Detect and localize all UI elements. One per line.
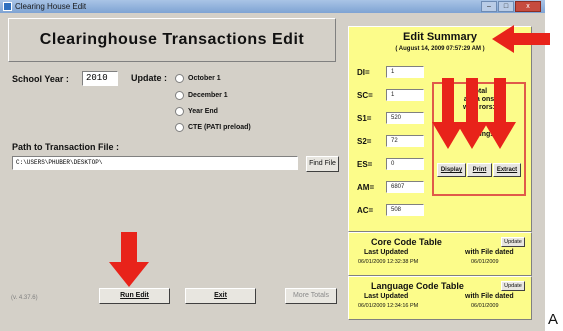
exit-button[interactable]: Exit [185, 288, 256, 304]
main-client-area: Clearinghouse Transactions Edit School Y… [3, 14, 542, 328]
extract-button[interactable]: Extract [493, 163, 521, 177]
radio-year-end[interactable]: Year End [175, 107, 218, 116]
school-year-input[interactable]: 2010 [82, 71, 118, 86]
red-arrow-down-icon [109, 232, 149, 287]
stat-value-s2: 72 [386, 135, 424, 147]
window-controls: – □ x [480, 1, 541, 12]
stat-label-di: DI= [357, 68, 370, 77]
stat-value-am: 6807 [386, 181, 424, 193]
core-update-button[interactable]: Update [501, 237, 525, 247]
radio-button-icon [175, 107, 184, 116]
radio-december-1[interactable]: December 1 [175, 91, 228, 100]
language-file-dated-header: with File dated [465, 293, 514, 300]
language-last-updated-header: Last Updated [364, 293, 409, 300]
radio-button-icon [175, 91, 184, 100]
stat-value-es: 0 [386, 158, 424, 170]
core-last-updated-header: Last Updated [364, 249, 409, 256]
radio-button-icon [175, 74, 184, 83]
page-title: Clearinghouse Transactions Edit [39, 31, 305, 48]
app-icon [3, 2, 12, 11]
radio-button-icon [175, 123, 184, 132]
more-totals-button: More Totals [285, 288, 337, 304]
radio-cte-pati-preload[interactable]: CTE (PATI preload) [175, 123, 251, 132]
stat-label-ac: AC= [357, 206, 374, 215]
version-label: (v. 4.37.6) [11, 295, 38, 301]
application-window: Clearing House Edit – □ x Clearinghouse … [0, 0, 545, 331]
radio-label: December 1 [188, 92, 228, 99]
radio-october-1[interactable]: October 1 [175, 74, 221, 83]
run-edit-button[interactable]: Run Edit [99, 288, 170, 304]
stat-label-s2: S2= [357, 137, 372, 146]
language-last-updated-value: 06/01/2009 12:34:16 PM [358, 303, 419, 309]
language-file-dated-value: 06/01/2009 [471, 303, 499, 309]
stat-value-s1: 520 [386, 112, 424, 124]
transaction-file-path-input[interactable]: C:\USERS\PHUBER\DESKTOP\ [12, 156, 298, 170]
find-file-button[interactable]: Find File [306, 156, 339, 172]
core-file-dated-value: 06/01/2009 [471, 259, 499, 265]
stat-label-es: ES= [357, 160, 373, 169]
maximize-button[interactable]: □ [498, 1, 514, 12]
stat-value-ac: 508 [386, 204, 424, 216]
language-update-button[interactable]: Update [501, 281, 525, 291]
school-year-label: School Year : [12, 74, 69, 84]
minimize-button[interactable]: – [481, 1, 497, 12]
core-code-table-title: Core Code Table [371, 237, 442, 247]
title-bar[interactable]: Clearing House Edit – □ x [0, 0, 545, 13]
red-arrow-down-icon [484, 78, 516, 149]
print-button[interactable]: Print [467, 163, 492, 177]
radio-label: CTE (PATI preload) [188, 124, 251, 131]
display-button[interactable]: Display [437, 163, 466, 177]
close-button[interactable]: x [515, 1, 541, 12]
header-panel: Clearinghouse Transactions Edit [8, 18, 336, 62]
radio-label: October 1 [188, 75, 221, 82]
radio-label: Year End [188, 108, 218, 115]
stat-label-s1: S1= [357, 114, 372, 123]
language-code-table-title: Language Code Table [371, 281, 464, 291]
cutoff-text: A [548, 311, 559, 328]
core-file-dated-header: with File dated [465, 249, 514, 256]
language-code-table-panel: Language Code Table Update Last Updated … [348, 276, 532, 320]
stat-value-di: 1 [386, 66, 424, 78]
stat-label-sc: SC= [357, 91, 373, 100]
core-code-table-panel: Core Code Table Update Last Updated with… [348, 232, 532, 276]
core-last-updated-value: 06/01/2009 12:32:38 PM [358, 259, 419, 265]
stat-value-sc: 1 [386, 89, 424, 101]
red-arrow-left-icon [492, 25, 550, 53]
stat-label-am: AM= [357, 183, 375, 192]
update-label: Update : [131, 73, 167, 83]
window-title: Clearing House Edit [15, 2, 87, 11]
path-label: Path to Transaction File : [12, 142, 120, 152]
